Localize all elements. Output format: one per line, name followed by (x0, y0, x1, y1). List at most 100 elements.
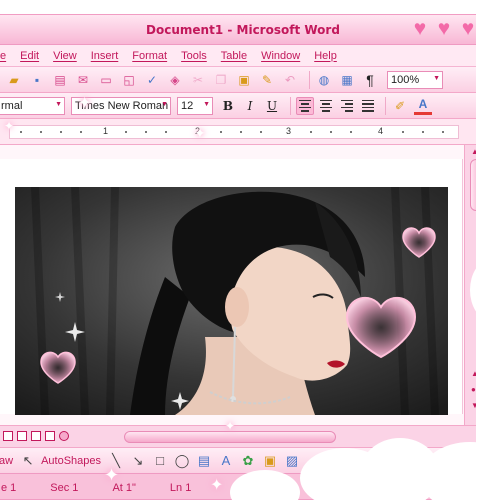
menu-edit[interactable]: Edit (20, 50, 39, 62)
text-box-icon[interactable]: ▤ (195, 452, 213, 470)
print-icon[interactable]: ▭ (97, 71, 115, 89)
sparkle-icon: ✦ (210, 477, 224, 494)
align-right-icon[interactable] (338, 97, 356, 115)
format-painter-icon[interactable]: ✎ (258, 71, 276, 89)
chevron-down-icon: ▼ (55, 100, 62, 108)
arrow-icon[interactable]: ↘ (129, 452, 147, 470)
status-section: Sec 1 (50, 481, 79, 494)
highlight-icon[interactable]: ✐ (391, 97, 409, 115)
sparkle-icon: ✦ (4, 119, 15, 133)
sparkle-icon: ✦ (194, 125, 206, 141)
menu-bar: e Edit View Insert Format Tools Table Wi… (0, 45, 487, 67)
document-area[interactable] (0, 145, 466, 425)
toolbar-separator (385, 96, 386, 115)
toolbar-separator (290, 96, 291, 115)
standard-toolbar: ▰ ▪ ▤ ✉ ▭ ◱ ✓ ◈ ✂ ❐ ▣ ✎ ↶ ◍ ▦ ¶ 100% ▼ (0, 67, 487, 93)
email-icon[interactable]: ✉ (74, 71, 92, 89)
inserted-photo[interactable] (15, 187, 448, 415)
ruler-tick (350, 131, 352, 133)
status-line: Ln 1 (169, 481, 192, 494)
title-bar[interactable]: Document1 - Microsoft Word ♥ ♥ ♥ (0, 15, 487, 45)
ruler-tick (310, 131, 312, 133)
underline-button[interactable]: U (263, 97, 281, 115)
sparkle-icon: ✦ (225, 419, 236, 433)
clip-art-icon[interactable]: ▣ (261, 452, 279, 470)
window-controls: ♥ ♥ ♥ (409, 18, 479, 40)
menu-insert[interactable]: Insert (91, 50, 119, 62)
menu-tools[interactable]: Tools (181, 50, 207, 62)
ruler-number: 3 (286, 126, 292, 136)
ruler-tick (402, 131, 404, 133)
maximize-heart-icon[interactable]: ♥ (433, 18, 455, 40)
chevron-down-icon: ▼ (203, 100, 210, 108)
ruler-tick (20, 131, 22, 133)
ruler-tick (40, 131, 42, 133)
style-value: rmal (1, 99, 23, 112)
ruler-tick (330, 131, 332, 133)
undo-icon[interactable]: ↶ (281, 71, 299, 89)
print-preview-icon[interactable]: ◱ (120, 71, 138, 89)
ruler-number: 4 (378, 126, 384, 136)
insert-table-icon[interactable]: ▦ (338, 71, 356, 89)
diagram-icon[interactable]: ✿ (239, 452, 257, 470)
toolbar-separator (309, 70, 310, 89)
right-edge-decoration (476, 0, 500, 500)
font-size-value: 12 (181, 99, 194, 112)
italic-button[interactable]: I (241, 97, 259, 115)
chevron-down-icon: ▼ (433, 74, 440, 82)
permission-icon[interactable]: ▤ (51, 71, 69, 89)
photo-illustration (15, 187, 448, 415)
spelling-icon[interactable]: ✓ (143, 71, 161, 89)
word-window: Document1 - Microsoft Word ♥ ♥ ♥ e Edit … (0, 14, 488, 500)
document-page[interactable] (0, 159, 463, 415)
picture-icon[interactable]: ▨ (283, 452, 301, 470)
copy-icon[interactable]: ❐ (212, 71, 230, 89)
ruler-tick (80, 131, 82, 133)
wordart-icon[interactable]: A (217, 452, 235, 470)
ruler-track: 1 2 3 4 (9, 125, 459, 139)
status-page: e 1 (1, 481, 17, 494)
normal-view-icon[interactable] (3, 431, 13, 441)
ruler-tick (240, 131, 242, 133)
zoom-select[interactable]: 100% ▼ (387, 70, 443, 89)
style-select[interactable]: rmal ▼ (0, 96, 65, 115)
menu-help[interactable]: Help (314, 50, 337, 62)
minimize-heart-icon[interactable]: ♥ (409, 18, 431, 40)
draw-menu[interactable]: aw (0, 455, 13, 467)
ruler-tick (220, 131, 222, 133)
ruler-tick (260, 131, 262, 133)
autoshapes-menu[interactable]: AutoShapes (41, 455, 101, 467)
hyperlink-globe-icon[interactable]: ◍ (315, 71, 333, 89)
menu-file[interactable]: e (0, 50, 6, 62)
print-layout-view-icon[interactable] (31, 431, 41, 441)
web-layout-view-icon[interactable] (17, 431, 27, 441)
ruler-tick (165, 131, 167, 133)
cut-icon[interactable]: ✂ (189, 71, 207, 89)
menu-table[interactable]: Table (221, 50, 247, 62)
align-left-icon[interactable] (296, 96, 314, 115)
open-folder-icon[interactable]: ▰ (5, 71, 23, 89)
bold-button[interactable]: B (219, 97, 237, 115)
font-color-icon[interactable]: A (414, 97, 432, 115)
ruler-tick (145, 131, 147, 133)
zoom-value: 100% (391, 73, 420, 86)
rectangle-icon[interactable]: □ (151, 452, 169, 470)
menu-view[interactable]: View (53, 50, 77, 62)
horizontal-ruler[interactable]: ⧗ 1 2 3 4 (0, 119, 487, 145)
font-size-select[interactable]: 12 ▼ (177, 96, 213, 115)
select-objects-arrow-icon[interactable]: ↖ (19, 452, 37, 470)
align-center-icon[interactable] (317, 97, 335, 115)
menu-window[interactable]: Window (261, 50, 300, 62)
save-disk-icon[interactable]: ▪ (28, 71, 46, 89)
outline-view-icon[interactable] (45, 431, 55, 441)
reading-layout-view-icon[interactable] (59, 431, 69, 441)
sparkle-icon: ✦ (104, 465, 120, 485)
justify-icon[interactable] (359, 97, 377, 115)
menu-format[interactable]: Format (132, 50, 167, 62)
sparkle-icon: ✦ (78, 95, 92, 112)
research-icon[interactable]: ◈ (166, 71, 184, 89)
chevron-down-icon: ▼ (161, 100, 168, 108)
show-hide-pilcrow-icon[interactable]: ¶ (361, 71, 379, 89)
oval-icon[interactable]: ◯ (173, 452, 191, 470)
paste-icon[interactable]: ▣ (235, 71, 253, 89)
